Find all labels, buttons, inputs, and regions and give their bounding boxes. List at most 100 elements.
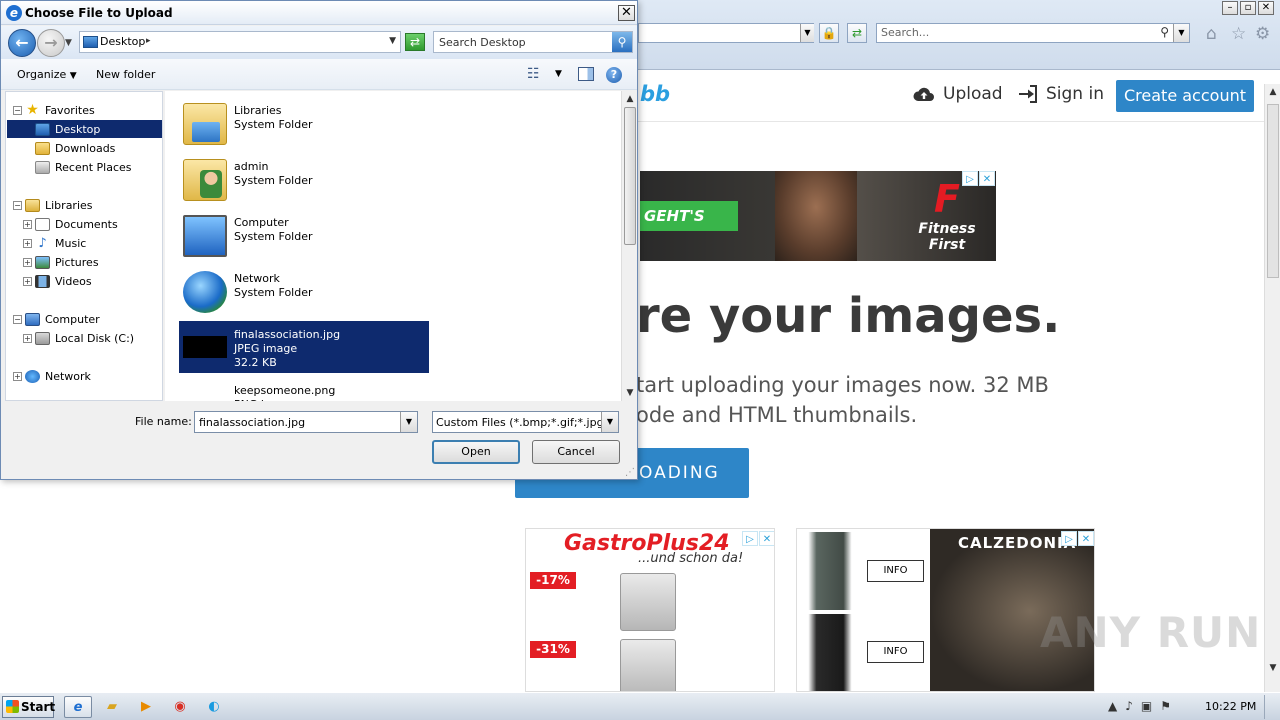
nav-item-recent-places[interactable]: Recent Places [35,158,132,176]
gastroplus-ad[interactable]: GastroPlus24 ...und schon da! -17% -31% … [525,528,775,692]
filter-dropdown-icon[interactable]: ▼ [601,412,618,432]
info-button[interactable]: INFO [867,560,924,582]
home-icon[interactable]: ⌂ [1206,24,1217,44]
explorer-folder-icon[interactable]: ▰ [98,696,126,718]
nav-item-pictures[interactable]: Pictures [35,253,99,271]
browser-search-input[interactable]: Search... ⚲ ▼ [876,23,1190,43]
breadcrumb-chevron-icon[interactable]: ▸ [146,36,151,46]
file-item-computer[interactable]: Computer System Folder [179,209,429,261]
adchoices-icon[interactable]: ▷ [1061,531,1077,546]
action-center-flag-icon[interactable]: ⚑ [1160,699,1171,713]
lock-icon[interactable]: 🔒 [819,23,839,43]
info-button[interactable]: INFO [867,641,924,663]
network-status-icon[interactable]: ▣ [1141,699,1152,713]
file-item-keepsomeone[interactable]: keepsomeone.png PNG i [179,377,429,401]
volume-icon[interactable]: ♪ [1125,699,1133,713]
back-arrow-icon[interactable]: ← [8,29,36,57]
file-item-admin[interactable]: admin System Folder [179,153,429,205]
organize-button[interactable]: Organize ▼ [17,68,77,81]
show-desktop-button[interactable] [1264,695,1278,719]
view-dropdown-icon[interactable]: ▼ [555,69,562,79]
nav-item-videos[interactable]: Videos [35,272,92,290]
nav-item-music[interactable]: ♪ Music [35,234,86,252]
scroll-up-icon[interactable]: ▲ [1265,84,1280,100]
forward-arrow-icon[interactable]: → [37,29,65,57]
ad-close-icon[interactable]: ✕ [759,531,774,546]
expand-icon[interactable]: + [23,277,32,286]
dialog-close-button[interactable]: ✕ [618,5,635,21]
dialog-titlebar[interactable]: e Choose File to Upload ✕ [1,1,637,25]
nav-item-desktop[interactable]: Desktop [7,120,162,138]
scroll-down-icon[interactable]: ▼ [622,385,638,401]
search-dropdown-button[interactable]: ▼ [1173,24,1189,42]
scroll-down-icon[interactable]: ▼ [1265,660,1280,676]
search-icon[interactable]: ⚲ [1160,25,1169,39]
address-breadcrumb[interactable]: Desktop ▸ ▼ [79,31,401,53]
ie-icon[interactable]: e [64,696,92,718]
edge-icon[interactable]: ◐ [200,696,228,718]
file-item-network[interactable]: Network System Folder [179,265,429,317]
expand-icon[interactable]: + [23,220,32,229]
expand-icon[interactable]: + [13,372,22,381]
file-item-libraries[interactable]: Libraries System Folder [179,97,429,149]
refresh-icon[interactable]: ⇄ [405,33,425,51]
history-dropdown-icon[interactable]: ▼ [65,38,72,48]
address-bar[interactable] [638,23,814,43]
resize-grip-icon[interactable]: ⋰ [625,467,635,478]
new-folder-button[interactable]: New folder [96,68,155,81]
cancel-button[interactable]: Cancel [532,440,620,464]
dialog-toolbar: Organize ▼ New folder ☷ ▼ ? [1,59,637,90]
site-logo[interactable]: bb [640,82,670,106]
create-account-button[interactable]: Create account [1116,80,1254,112]
collapse-icon[interactable]: − [13,315,22,324]
signin-link[interactable]: Sign in [1018,84,1104,104]
expand-icon[interactable]: + [23,239,32,248]
file-item-finalassociation[interactable]: finalassociation.jpg JPEG image 32.2 KB [179,321,429,373]
refresh-icon[interactable]: ⇄ [847,23,867,43]
ad-close-icon[interactable]: ✕ [1078,531,1094,546]
page-scroll-thumb[interactable] [1267,104,1279,278]
media-player-icon[interactable]: ▶ [132,696,160,718]
search-icon[interactable]: ⚲ [612,32,632,52]
file-type-filter[interactable]: Custom Files (*.bmp;*.gif;*.jpg; [432,411,619,433]
adchoices-icon[interactable]: ▷ [742,531,758,546]
collapse-icon[interactable]: − [13,201,22,210]
scroll-up-icon[interactable]: ▲ [622,91,638,107]
system-clock[interactable]: 10:22 PM [1205,700,1256,713]
nav-item-local-disk[interactable]: Local Disk (C:) [35,329,134,347]
file-list-scrollbar[interactable]: ▲ ▼ [621,91,637,401]
file-list-scroll-thumb[interactable] [624,107,636,245]
nav-item-favorites[interactable]: ★ Favorites [25,101,99,119]
help-icon[interactable]: ? [606,67,622,83]
page-scrollbar[interactable]: ▲ ▼ [1264,84,1280,692]
fitness-ad-banner[interactable]: GEHT'S F Fitness First ▷ ✕ [640,171,996,261]
tray-expand-icon[interactable]: ▲ [1108,699,1117,713]
start-button[interactable]: Start [2,696,55,718]
nav-item-computer[interactable]: Computer [25,310,100,328]
nav-item-libraries[interactable]: Libraries [25,196,93,214]
address-text[interactable]: Desktop [100,35,145,48]
nav-item-network[interactable]: Network [25,367,91,385]
ad-close-icon[interactable]: ✕ [979,171,995,186]
collapse-icon[interactable]: − [13,106,22,115]
nav-item-documents[interactable]: Documents [35,215,118,233]
search-desktop-input[interactable]: Search Desktop ⚲ [433,31,633,53]
file-name-dropdown-icon[interactable]: ▼ [400,412,417,432]
change-view-icon[interactable]: ☷ [527,66,540,82]
address-dropdown-icon[interactable]: ▼ [389,36,396,46]
star-icon[interactable]: ☆ [1231,24,1246,44]
restore-button[interactable]: ▫ [1240,1,1256,15]
gear-icon[interactable]: ⚙ [1255,24,1270,44]
adchoices-icon[interactable]: ▷ [962,171,978,186]
expand-icon[interactable]: + [23,334,32,343]
upload-link[interactable]: Upload [913,84,1003,104]
address-dropdown-button[interactable]: ▼ [800,24,814,42]
preview-pane-icon[interactable] [578,67,594,81]
minimize-button[interactable]: – [1222,1,1238,15]
file-name-input[interactable] [194,411,418,433]
nav-item-downloads[interactable]: Downloads [35,139,115,157]
chrome-icon[interactable]: ◉ [166,696,194,718]
expand-icon[interactable]: + [23,258,32,267]
open-button[interactable]: Open [432,440,520,464]
window-close-button[interactable]: ✕ [1258,1,1274,15]
